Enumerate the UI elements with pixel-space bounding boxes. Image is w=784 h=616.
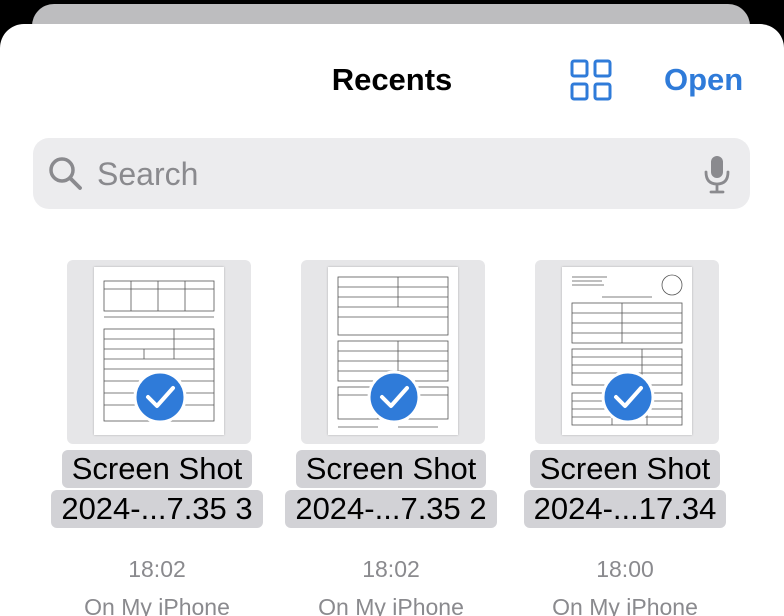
- checkmark-circle-icon[interactable]: [367, 370, 421, 424]
- file-picker-sheet: Recents Open Search Screen Shot 2024-...…: [0, 24, 784, 616]
- file-name: Screen Shot 2024-...7.35 2: [271, 450, 511, 528]
- search-input[interactable]: [95, 152, 679, 196]
- microphone-icon[interactable]: [703, 154, 731, 194]
- file-name: Screen Shot 2024-...7.35 3: [37, 450, 277, 528]
- file-location: On My iPhone: [552, 594, 698, 616]
- checkmark-circle-icon[interactable]: [133, 370, 187, 424]
- file-name: Screen Shot 2024-...17.34: [505, 450, 745, 528]
- search-bar[interactable]: [33, 138, 750, 209]
- file-location: On My iPhone: [84, 594, 230, 616]
- grid-view-icon[interactable]: [569, 58, 613, 102]
- file-time: 18:02: [362, 556, 420, 582]
- file-time: 18:02: [128, 556, 186, 582]
- file-location: On My iPhone: [318, 594, 464, 616]
- file-time: 18:00: [596, 556, 654, 582]
- checkmark-circle-icon[interactable]: [601, 370, 655, 424]
- file-thumbnail[interactable]: [301, 260, 485, 444]
- file-thumbnail[interactable]: [67, 260, 251, 444]
- open-button[interactable]: Open: [664, 61, 743, 99]
- search-icon: [49, 157, 82, 190]
- file-thumbnail[interactable]: [535, 260, 719, 444]
